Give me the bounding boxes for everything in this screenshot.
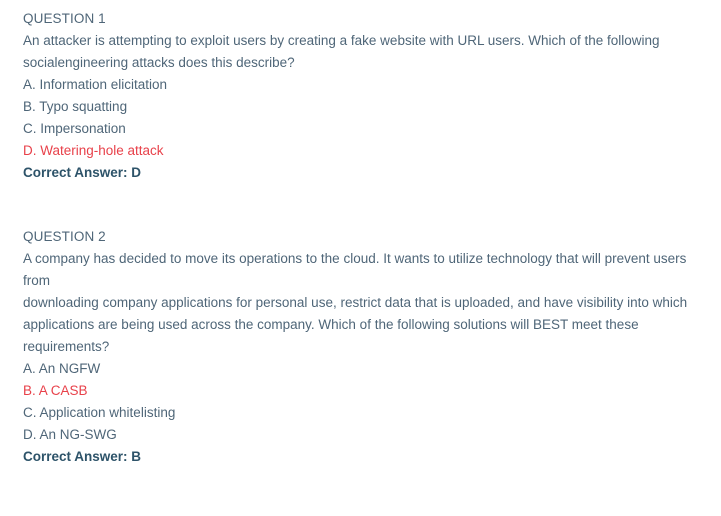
exam-questions-page: QUESTION 1 An attacker is attempting to … [0, 0, 721, 516]
question-stem-1: An attacker is attempting to exploit use… [23, 30, 695, 74]
answer-option-c[interactable]: C. Application whitelisting [23, 402, 695, 424]
answer-option-b[interactable]: B. Typo squatting [23, 96, 695, 118]
answer-option-b[interactable]: B. A CASB [23, 380, 695, 402]
correct-answer-label-2: Correct Answer: B [23, 449, 142, 464]
answer-option-a[interactable]: A. Information elicitation [23, 74, 695, 96]
question-stem-line: downloading company applications for per… [23, 295, 688, 310]
question-heading-2: QUESTION 2 [23, 229, 106, 244]
question-stem-2: A company has decided to move its operat… [23, 248, 695, 358]
question-stem-line: A company has decided to move its operat… [23, 251, 687, 288]
answer-option-d[interactable]: D. Watering-hole attack [23, 140, 695, 162]
question-block-1: QUESTION 1 An attacker is attempting to … [23, 8, 695, 184]
question-stem-line: applications are being used across the c… [23, 317, 639, 354]
question-heading-1: QUESTION 1 [23, 11, 106, 26]
question-stem-line: An attacker is attempting to exploit use… [23, 33, 660, 48]
answer-option-d[interactable]: D. An NG-SWG [23, 424, 695, 446]
answer-option-a[interactable]: A. An NGFW [23, 358, 695, 380]
question-block-2: QUESTION 2 A company has decided to move… [23, 226, 695, 468]
answer-option-c[interactable]: C. Impersonation [23, 118, 695, 140]
question-stem-line: socialengineering attacks does this desc… [23, 55, 295, 70]
correct-answer-label-1: Correct Answer: D [23, 165, 142, 180]
